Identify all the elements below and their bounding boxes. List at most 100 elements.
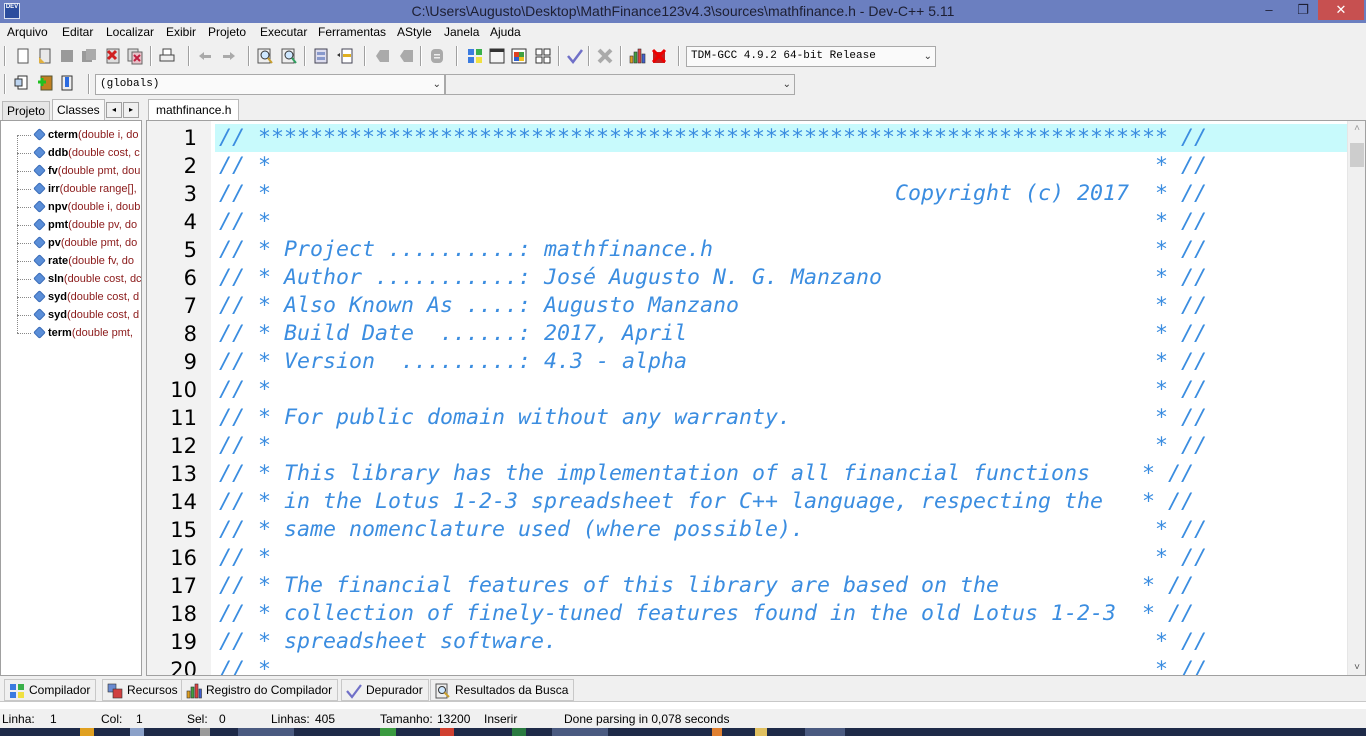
code-line[interactable]: 19 // * spreadsheet software. * // [147,628,1347,656]
menu-projeto[interactable]: Projeto [208,25,246,39]
find-icon[interactable] [256,47,274,65]
tab-compilador[interactable]: Compilador [4,679,97,701]
tree-item-cterm[interactable]: cterm(double i, do [17,126,139,144]
open-file-icon[interactable] [36,47,54,65]
tab-resultados-da-busca[interactable]: Resultados da Busca [430,679,575,701]
code-line[interactable]: 10 // * * // [147,376,1347,404]
tree-item-sln[interactable]: sln(double cost, dc [17,270,141,288]
menu-janela[interactable]: Janela [444,25,479,39]
code-line[interactable]: 20 // * * // [147,656,1347,675]
code-line[interactable]: 17 // * The financial features of this li… [147,572,1347,600]
taskbar-app-active[interactable] [805,728,845,736]
close-file-icon[interactable] [104,47,122,65]
menu-editar[interactable]: Editar [62,25,93,39]
compile-icon[interactable] [466,47,484,65]
code-line[interactable]: 2 // * * // [147,152,1347,180]
code-line[interactable]: 8 // * Build Date ......: 2017, April * /… [147,320,1347,348]
taskbar-app-icon[interactable] [80,728,94,736]
tree-item-fv[interactable]: fv(double pmt, dou [17,162,140,180]
menu-arquivo[interactable]: Arquivo [7,25,48,39]
tab-depurador[interactable]: Depurador [341,679,429,701]
tree-item-irr[interactable]: irr(double range[], [17,180,137,198]
code-line[interactable]: 1 // ************************************… [147,124,1347,152]
tree-item-pmt[interactable]: pmt(double pv, do [17,216,137,234]
add-file-icon[interactable] [36,74,54,92]
code-line[interactable]: 16 // * * // [147,544,1347,572]
function-name: cterm [48,129,78,141]
code-line[interactable]: 12 // * * // [147,432,1347,460]
minimize-button[interactable]: – [1254,0,1284,20]
tree-item-syd[interactable]: syd(double cost, d [17,288,139,306]
taskbar-app-icon[interactable] [380,728,396,736]
scroll-down-icon[interactable]: ˅ [1348,662,1365,673]
tab-mathfinance-h[interactable]: mathfinance.h [148,99,240,121]
taskbar-app-icon[interactable] [512,728,526,736]
maximize-button[interactable]: ❐ [1288,0,1318,20]
tabs-scroll-right-button[interactable]: ▸ [123,102,139,118]
tree-item-ddb[interactable]: ddb(double cost, c [17,144,140,162]
tree-item-syd[interactable]: syd(double cost, d [17,306,139,324]
taskbar-app-active[interactable] [238,728,294,736]
tab-label: Recursos [127,683,178,697]
tab-classes[interactable]: Classes [52,99,105,121]
taskbar-app-icon[interactable] [712,728,722,736]
code-line[interactable]: 13 // * This library has the implementati… [147,460,1347,488]
profile-icon[interactable] [628,47,646,65]
line-number: 13 [170,462,197,486]
new-file-icon[interactable] [14,47,32,65]
print-icon[interactable] [158,47,176,65]
compiler-select[interactable]: TDM-GCC 4.9.2 64-bit Release ⌄ [686,46,936,67]
code-line[interactable]: 7 // * Also Known As ....: Augusto Manzan… [147,292,1347,320]
code-line[interactable]: 9 // * Version .........: 4.3 - alpha * /… [147,348,1347,376]
replace-icon[interactable] [280,47,298,65]
menu-localizar[interactable]: Localizar [106,25,154,39]
unindent-icon[interactable] [336,47,354,65]
tree-item-npv[interactable]: npv(double i, doub [17,198,140,216]
syntax-check-icon[interactable] [566,47,584,65]
code-line[interactable]: 15 // * same nomenclature used (where pos… [147,516,1347,544]
member-select[interactable]: ⌄ [445,74,795,95]
insert-icon[interactable] [12,74,30,92]
code-line[interactable]: 3 // * Copyright (c) 2017 * // [147,180,1347,208]
taskbar-app-icon[interactable] [440,728,454,736]
code-editor[interactable]: 1 // ************************************… [146,120,1366,676]
indent-icon[interactable] [312,47,330,65]
taskbar-app-icon[interactable] [130,728,144,736]
code-line[interactable]: 18 // * collection of finely-tuned featur… [147,600,1347,628]
tab-projeto[interactable]: Projeto [2,101,51,121]
tab-registro-do-compilador[interactable]: Registro do Compilador [181,679,339,701]
scroll-up-icon[interactable]: ˄ [1348,123,1365,134]
rebuild-all-icon[interactable] [534,47,552,65]
menu-executar[interactable]: Executar [260,25,307,39]
code-line[interactable]: 5 // * Project ..........: mathfinance.h … [147,236,1347,264]
function-icon [33,199,46,213]
tree-item-rate[interactable]: rate(double fv, do [17,252,134,270]
menu-ajuda[interactable]: Ajuda [490,25,521,39]
tabs-scroll-left-button[interactable]: ◂ [106,102,122,118]
code-line[interactable]: 4 // * * // [147,208,1347,236]
taskbar-app-icon[interactable] [200,728,210,736]
close-button[interactable]: ✕ [1318,0,1364,20]
function-icon [33,271,46,285]
tree-item-pv[interactable]: pv(double pmt, do [17,234,137,252]
delete-profile-icon[interactable] [650,47,668,65]
code-line[interactable]: 11 // * For public domain without any war… [147,404,1347,432]
taskbar-app-icon[interactable] [755,728,767,736]
code-line[interactable]: 14 // * in the Lotus 1-2-3 spreadsheet fo… [147,488,1347,516]
function-name: syd [48,309,67,321]
tree-item-term[interactable]: term(double pmt, [17,324,133,342]
bookmark-icon[interactable] [58,74,76,92]
editor-vertical-scrollbar[interactable]: ˄ ˅ [1347,121,1365,675]
menu-astyle[interactable]: AStyle [397,25,432,39]
scrollbar-thumb[interactable] [1350,143,1364,167]
code-text: // * same nomenclature used (where possi… [219,517,1208,542]
compile-run-icon[interactable] [510,47,528,65]
code-line[interactable]: 6 // * Author ...........: José Augusto N… [147,264,1347,292]
menu-exibir[interactable]: Exibir [166,25,196,39]
tab-recursos[interactable]: Recursos [102,679,184,701]
taskbar-app-active[interactable] [552,728,608,736]
close-all-icon[interactable] [126,47,144,65]
scope-select[interactable]: (globals) ⌄ [95,74,445,95]
menu-ferramentas[interactable]: Ferramentas [318,25,386,39]
run-icon[interactable] [488,47,506,65]
